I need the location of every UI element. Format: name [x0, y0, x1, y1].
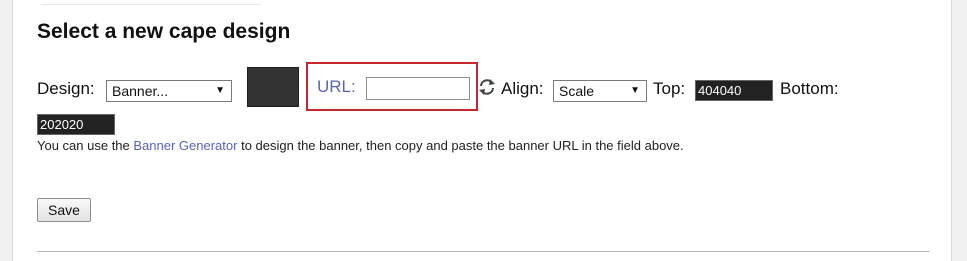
- align-label: Align:: [501, 79, 544, 98]
- url-input[interactable]: [366, 77, 470, 100]
- design-select[interactable]: Banner... ▼: [106, 80, 232, 102]
- top-color-input[interactable]: 404040: [695, 80, 773, 101]
- chevron-down-icon: ▼: [630, 85, 640, 96]
- url-label: URL:: [317, 77, 356, 96]
- cape-design-panel: Select a new cape design Design: Banner.…: [12, 0, 952, 261]
- color-swatch[interactable]: [247, 67, 299, 107]
- section-title: Select a new cape design: [37, 20, 291, 43]
- align-select[interactable]: Scale ▼: [553, 80, 647, 102]
- help-text: You can use the Banner Generator to desi…: [37, 138, 684, 153]
- design-select-value: Banner...: [112, 83, 169, 99]
- help-text-before: You can use the: [37, 138, 134, 153]
- refresh-icon[interactable]: [477, 77, 497, 97]
- align-select-value: Scale: [559, 83, 595, 99]
- top-divider: [41, 4, 261, 5]
- help-text-after: to design the banner, then copy and past…: [237, 138, 684, 153]
- bottom-divider: [37, 251, 930, 252]
- save-button[interactable]: Save: [37, 198, 91, 222]
- banner-generator-link[interactable]: Banner Generator: [133, 138, 237, 153]
- design-label: Design:: [37, 79, 95, 98]
- chevron-down-icon: ▼: [215, 85, 225, 96]
- bottom-color-input[interactable]: 202020: [37, 114, 115, 135]
- top-label: Top:: [653, 79, 686, 98]
- bottom-label: Bottom:: [780, 79, 839, 98]
